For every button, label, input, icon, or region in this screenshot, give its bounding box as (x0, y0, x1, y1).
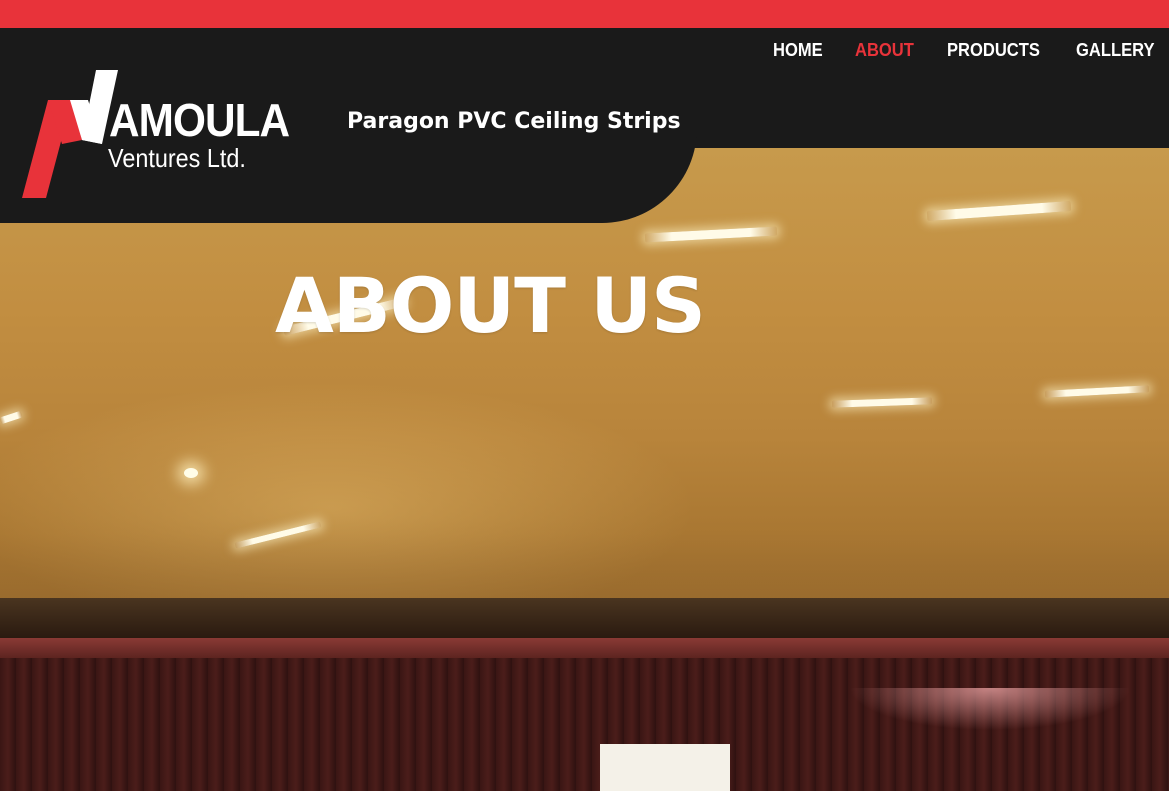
nav-home[interactable]: HOME (773, 40, 823, 61)
nav-gallery[interactable]: GALLERY (1076, 40, 1155, 61)
hero-title: ABOUT US (275, 261, 706, 350)
site-tagline: Paragon PVC Ceiling Strips (347, 109, 681, 134)
hero-soffit (0, 598, 1169, 638)
page: ABOUT US Paragon PVC Ceiling Strips AMOU… (0, 0, 1169, 791)
ceiling-spotlight (184, 468, 198, 478)
hero-pelmet (0, 638, 1169, 658)
ceiling-light (0, 410, 23, 425)
nav-products[interactable]: PRODUCTS (947, 40, 1040, 61)
nav-about[interactable]: ABOUT (855, 40, 914, 61)
hero-drape (820, 688, 1169, 791)
ceiling-light (831, 397, 933, 408)
hero-screen (600, 744, 730, 791)
logo-mark-icon (22, 70, 118, 198)
ceiling-light (926, 200, 1072, 222)
logo-wordmark: AMOULA (109, 94, 290, 146)
hero-banner (0, 148, 1169, 791)
logo-subtitle: Ventures Ltd. (108, 143, 246, 173)
ceiling-light (644, 226, 778, 243)
main-nav: HOME ABOUT PRODUCTS GALLERY (773, 40, 1161, 61)
top-accent-bar (0, 0, 1169, 28)
ceiling-light (1044, 385, 1150, 398)
site-logo[interactable]: AMOULA Ventures Ltd. (22, 70, 292, 200)
